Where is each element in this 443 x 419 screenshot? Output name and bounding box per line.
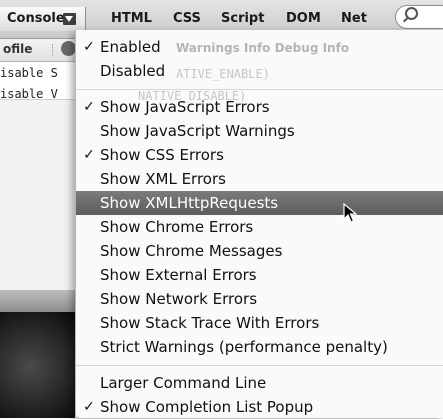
- search-input[interactable]: [395, 5, 443, 29]
- menu-item-show-network-errors[interactable]: Show Network Errors: [76, 287, 443, 311]
- menu-item-label: Show JavaScript Warnings: [100, 122, 295, 140]
- menu-item-show-stack-trace-with-errors[interactable]: Show Stack Trace With Errors: [76, 311, 443, 335]
- menu-item-show-xml-errors[interactable]: Show XML Errors: [76, 167, 443, 191]
- checkmark-icon: ✓: [83, 99, 95, 115]
- tab-html-label: HTML: [111, 11, 152, 26]
- menu-item-label: Larger Command Line: [100, 374, 267, 392]
- menu-item-show-completion-list-popup[interactable]: ✓ Show Completion List Popup: [76, 395, 443, 419]
- menu-item-label: Show Stack Trace With Errors: [100, 314, 320, 332]
- menu-item-label: Enabled: [100, 38, 161, 56]
- tab-html[interactable]: HTML: [111, 10, 152, 28]
- tab-dom-label: DOM: [286, 11, 321, 26]
- tab-script[interactable]: Script: [221, 10, 264, 28]
- menu-separator: [76, 89, 443, 90]
- menu-item-label: Show Network Errors: [100, 290, 258, 308]
- menu-item-show-javascript-errors[interactable]: ✓ Show JavaScript Errors: [76, 95, 443, 119]
- clear-icon[interactable]: [61, 41, 76, 56]
- triangle-down-icon[interactable]: [63, 13, 76, 25]
- tab-console[interactable]: Console: [0, 7, 86, 31]
- menu-item-label: Show JavaScript Errors: [100, 98, 270, 116]
- menu-item-show-chrome-errors[interactable]: Show Chrome Errors: [76, 215, 443, 239]
- tab-css[interactable]: CSS: [173, 10, 201, 28]
- menu-item-strict-warnings-performance-penalty[interactable]: Strict Warnings (performance penalty): [76, 335, 443, 359]
- console-line: isable S: [0, 66, 58, 80]
- menu-item-label: Show Chrome Messages: [100, 242, 283, 260]
- filter-separator: [52, 44, 53, 56]
- menu-item-label: Disabled: [100, 62, 166, 80]
- menu-item-label: Show XML Errors: [100, 170, 226, 188]
- checkmark-icon: ✓: [83, 39, 95, 55]
- tab-script-label: Script: [221, 11, 265, 26]
- menu-item-label: Show XMLHttpRequests: [100, 194, 279, 212]
- console-empty-area: [0, 100, 75, 290]
- checkmark-icon: ✓: [83, 399, 95, 415]
- tab-dom[interactable]: DOM: [286, 10, 321, 28]
- menu-item-show-css-errors[interactable]: ✓ Show CSS Errors: [76, 143, 443, 167]
- checkmark-icon: ✓: [83, 147, 95, 163]
- tab-net-label: Net: [341, 11, 367, 26]
- menu-item-show-javascript-warnings[interactable]: Show JavaScript Warnings: [76, 119, 443, 143]
- panel-header: [0, 290, 75, 312]
- profile-button[interactable]: ofile: [3, 42, 32, 56]
- menu-item-label: Show Chrome Errors: [100, 218, 254, 236]
- menu-item-show-chrome-messages[interactable]: Show Chrome Messages: [76, 239, 443, 263]
- menu-item-show-external-errors[interactable]: Show External Errors: [76, 263, 443, 287]
- menu-separator: [76, 365, 443, 366]
- tab-css-label: CSS: [173, 11, 201, 26]
- menu-item-larger-command-line[interactable]: Larger Command Line: [76, 371, 443, 395]
- tab-console-label: Console: [7, 11, 65, 26]
- console-options-menu: Warnings Info Debug Info ATIVE_ENABLE) N…: [75, 30, 443, 418]
- menu-item-label: Strict Warnings (performance penalty): [100, 338, 388, 356]
- menu-item-enabled[interactable]: ✓ Enabled: [76, 35, 443, 59]
- menu-item-disabled[interactable]: Disabled: [76, 59, 443, 83]
- menu-item-label: Show External Errors: [100, 266, 257, 284]
- menu-item-show-xmlhttprequests[interactable]: Show XMLHttpRequests: [76, 191, 443, 215]
- mouse-cursor-icon: [343, 203, 358, 223]
- menu-item-label: Show CSS Errors: [100, 146, 224, 164]
- menu-item-label: Show Completion List Popup: [100, 398, 314, 416]
- tab-net[interactable]: Net: [341, 10, 367, 28]
- magnifier-icon: [405, 7, 418, 20]
